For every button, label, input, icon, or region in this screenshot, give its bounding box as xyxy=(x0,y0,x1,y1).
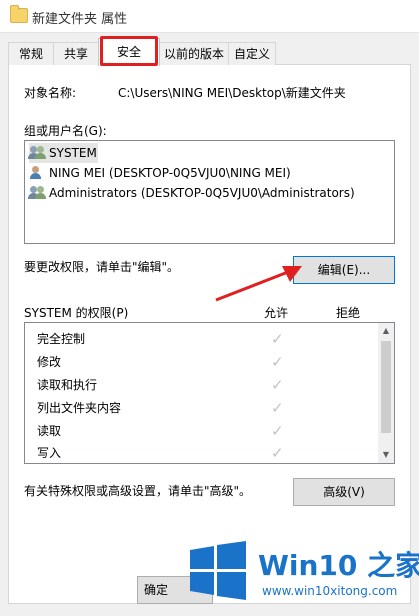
watermark: Win10 之家 www.win10xitong.com xyxy=(186,540,419,616)
user-icon xyxy=(29,166,47,180)
windows-logo-icon xyxy=(190,541,246,600)
permissions-list[interactable]: 完全控制 ✓ 修改 ✓ 读取和执行 ✓ 列出文件夹内容 ✓ 读取 ✓ 写入 ✓ … xyxy=(24,322,395,464)
watermark-brand: Win10 之家 xyxy=(258,549,419,582)
user-name: Administrators (DESKTOP-0Q5VJU0\Administ… xyxy=(49,186,355,200)
users-label: 组或用户名(G): xyxy=(24,124,107,138)
title-bar: 新建文件夹 属性 xyxy=(0,0,419,33)
tab-previous-versions[interactable]: 以前的版本 xyxy=(159,42,229,65)
scroll-up-icon[interactable]: ▲ xyxy=(378,323,394,339)
allow-check-icon: ✓ xyxy=(271,353,284,371)
user-name: NING MEI (DESKTOP-0Q5VJU0\NING MEI) xyxy=(49,166,291,180)
tab-sharing[interactable]: 共享 xyxy=(53,42,99,65)
allow-check-icon: ✓ xyxy=(271,330,284,348)
allow-check-icon: ✓ xyxy=(271,376,284,394)
user-name: SYSTEM xyxy=(49,146,97,160)
group-icon xyxy=(28,146,47,160)
advanced-hint: 有关特殊权限或高级设置，请单击"高级"。 xyxy=(24,484,252,498)
scroll-down-icon[interactable]: ▼ xyxy=(378,447,394,463)
object-name-value: C:\Users\NING MEI\Desktop\新建文件夹 xyxy=(118,86,346,100)
scroll-thumb[interactable] xyxy=(381,341,391,433)
list-item-system[interactable]: SYSTEM xyxy=(28,143,98,163)
object-name-label: 对象名称: xyxy=(24,86,77,100)
window-title: 新建文件夹 属性 xyxy=(32,12,128,27)
perm-row-read: 读取 xyxy=(37,424,62,438)
tab-customize[interactable]: 自定义 xyxy=(228,42,276,65)
group-icon xyxy=(28,186,47,200)
allow-check-icon: ✓ xyxy=(271,399,284,417)
user-list[interactable]: SYSTEM NING MEI (DESKTOP-0Q5VJU0\NING ME… xyxy=(24,140,395,244)
perm-row-full-control: 完全控制 xyxy=(37,332,86,346)
perm-row-read-execute: 读取和执行 xyxy=(37,378,98,392)
allow-check-icon: ✓ xyxy=(271,422,284,440)
deny-header: 拒绝 xyxy=(336,306,361,320)
perm-row-list-folder: 列出文件夹内容 xyxy=(37,401,122,415)
edit-hint: 要更改权限，请单击"编辑"。 xyxy=(24,260,180,274)
tab-highlight-box xyxy=(100,36,158,66)
allow-check-icon: ✓ xyxy=(271,444,284,462)
allow-header: 允许 xyxy=(264,306,289,320)
permissions-label: SYSTEM 的权限(P) xyxy=(24,306,129,320)
folder-icon xyxy=(10,5,28,23)
perm-row-modify: 修改 xyxy=(37,355,62,369)
advanced-button[interactable]: 高级(V) xyxy=(293,478,395,506)
watermark-url: www.win10xitong.com xyxy=(262,584,398,598)
red-arrow-annotation xyxy=(215,266,302,302)
tab-general[interactable]: 常规 xyxy=(8,42,54,65)
perm-row-write: 写入 xyxy=(37,446,62,460)
permissions-scrollbar[interactable]: ▲ ▼ xyxy=(378,323,394,463)
